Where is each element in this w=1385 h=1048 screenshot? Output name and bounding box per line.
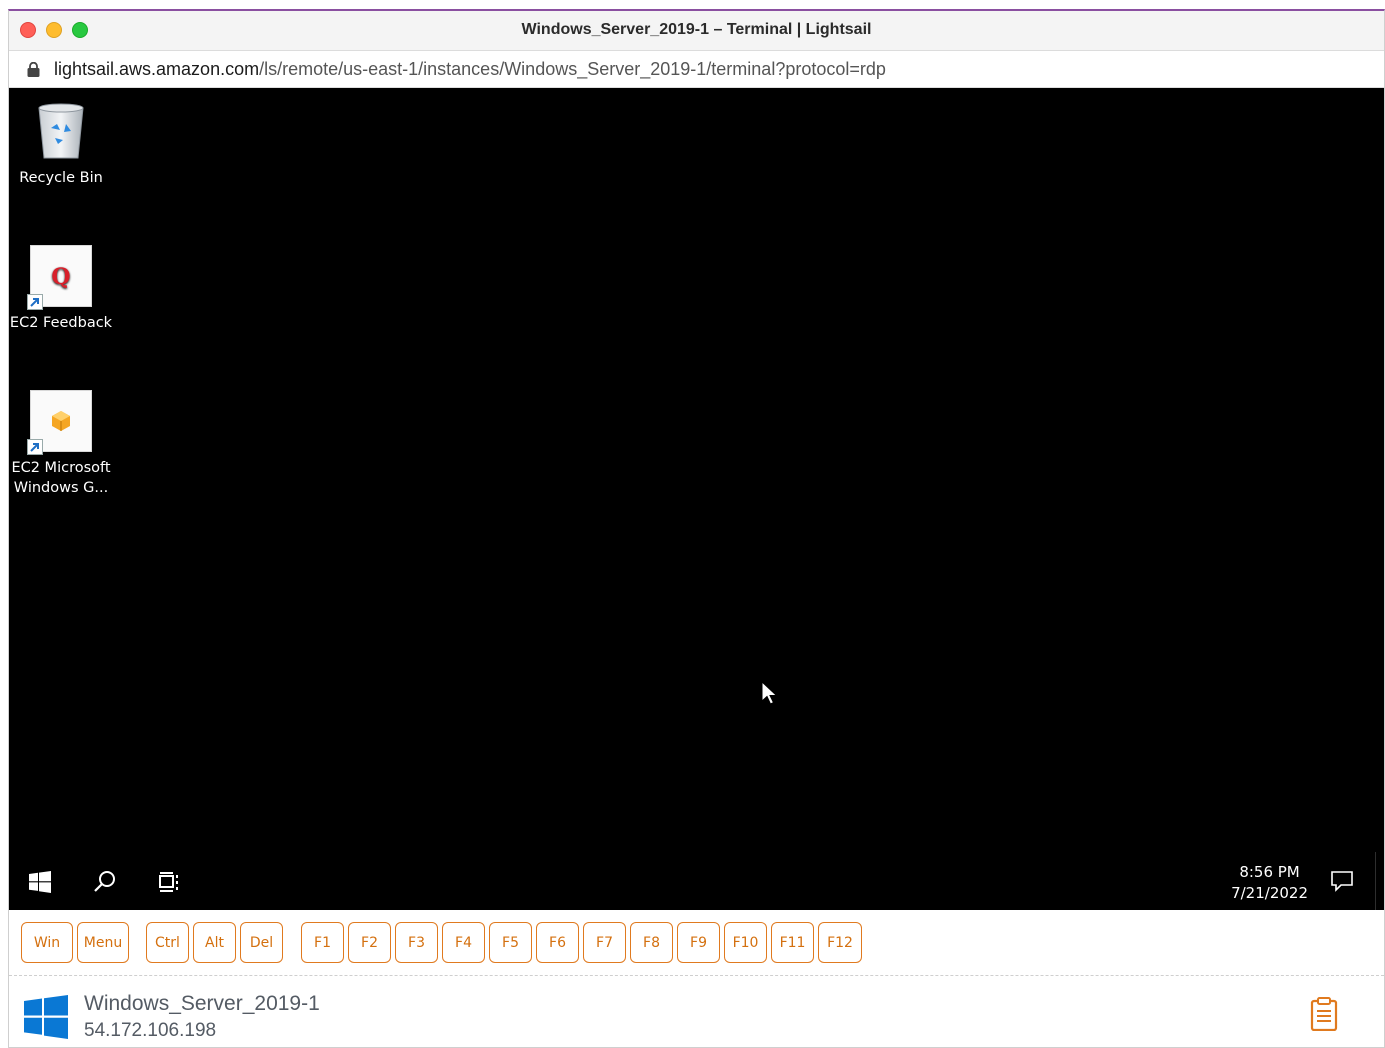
url-text[interactable]: lightsail.aws.amazon.com/ls/remote/us-ea… bbox=[54, 59, 886, 80]
key-f5-button[interactable]: F5 bbox=[489, 922, 532, 963]
ec2-guide-label-line2: Windows G... bbox=[13, 480, 109, 496]
remote-desktop[interactable]: Recycle Bin Q EC2 Feedback EC2 Microsoft… bbox=[9, 88, 1384, 910]
svg-text:Q: Q bbox=[51, 264, 70, 290]
key-f10-button[interactable]: F10 bbox=[724, 922, 767, 963]
windows-taskbar: 8:56 PM 7/21/2022 bbox=[9, 852, 1384, 910]
key-ctrl-button[interactable]: Ctrl bbox=[146, 922, 189, 963]
action-center-icon[interactable] bbox=[1330, 870, 1354, 892]
task-view-icon bbox=[159, 872, 178, 892]
key-alt-button[interactable]: Alt bbox=[193, 922, 236, 963]
recycle-bin-label: Recycle Bin bbox=[19, 170, 103, 186]
key-f9-button[interactable]: F9 bbox=[677, 922, 720, 963]
key-f1-button[interactable]: F1 bbox=[301, 922, 344, 963]
key-f4-button[interactable]: F4 bbox=[442, 922, 485, 963]
key-f12-button[interactable]: F12 bbox=[818, 922, 862, 963]
key-del-button[interactable]: Del bbox=[240, 922, 283, 963]
key-f6-button[interactable]: F6 bbox=[536, 922, 579, 963]
key-f11-button[interactable]: F11 bbox=[771, 922, 814, 963]
ec2-guide-icon bbox=[27, 390, 92, 455]
search-button[interactable] bbox=[85, 862, 125, 902]
key-f3-button[interactable]: F3 bbox=[395, 922, 438, 963]
instance-footer: Windows_Server_2019-1 54.172.106.198 bbox=[9, 977, 1384, 1047]
key-menu-button[interactable]: Menu bbox=[77, 922, 129, 963]
clock-time: 8:56 PM bbox=[1239, 863, 1300, 881]
recycle-bin-icon bbox=[38, 103, 84, 159]
clipboard-icon[interactable] bbox=[1310, 997, 1338, 1031]
key-f2-button[interactable]: F2 bbox=[348, 922, 391, 963]
title-bar: Windows_Server_2019-1 – Terminal | Light… bbox=[9, 11, 1384, 51]
taskbar-clock[interactable]: 8:56 PM 7/21/2022 bbox=[1231, 862, 1308, 904]
desktop-icon-ec2-guide[interactable]: EC2 Microsoft Windows G... bbox=[9, 390, 116, 498]
task-view-button[interactable] bbox=[149, 862, 189, 902]
windows-logo-icon bbox=[24, 995, 68, 1039]
desktop-icon-recycle-bin[interactable]: Recycle Bin bbox=[9, 102, 116, 188]
shortcut-arrow-icon bbox=[27, 439, 43, 455]
windows-start-icon bbox=[29, 871, 51, 893]
start-button[interactable] bbox=[20, 862, 60, 902]
clock-date: 7/21/2022 bbox=[1231, 884, 1308, 902]
ec2-feedback-label: EC2 Feedback bbox=[9, 315, 113, 331]
instance-ip: 54.172.106.198 bbox=[84, 1020, 217, 1041]
key-f8-button[interactable]: F8 bbox=[630, 922, 673, 963]
lock-icon bbox=[27, 62, 40, 77]
special-keys-bar: Win Menu Ctrl Alt Del F1 F2 F3 F4 F5 F6 … bbox=[9, 910, 1384, 976]
search-icon bbox=[94, 871, 115, 892]
mouse-pointer-icon bbox=[761, 681, 778, 705]
ec2-feedback-icon: Q bbox=[27, 245, 92, 310]
address-bar[interactable]: lightsail.aws.amazon.com/ls/remote/us-ea… bbox=[9, 51, 1384, 88]
url-path: /ls/remote/us-east-1/instances/Windows_S… bbox=[259, 59, 886, 79]
desktop-icon-ec2-feedback[interactable]: Q EC2 Feedback bbox=[9, 245, 116, 333]
shortcut-arrow-icon bbox=[27, 294, 43, 310]
ec2-guide-label-line1: EC2 Microsoft bbox=[11, 460, 111, 476]
show-desktop-divider[interactable] bbox=[1375, 852, 1376, 910]
url-host: lightsail.aws.amazon.com bbox=[54, 59, 260, 79]
instance-name: Windows_Server_2019-1 bbox=[84, 992, 320, 1015]
key-f7-button[interactable]: F7 bbox=[583, 922, 626, 963]
window-title: Windows_Server_2019-1 – Terminal | Light… bbox=[521, 21, 872, 38]
browser-window: Windows_Server_2019-1 – Terminal | Light… bbox=[8, 9, 1385, 1048]
key-win-button[interactable]: Win bbox=[21, 922, 73, 963]
